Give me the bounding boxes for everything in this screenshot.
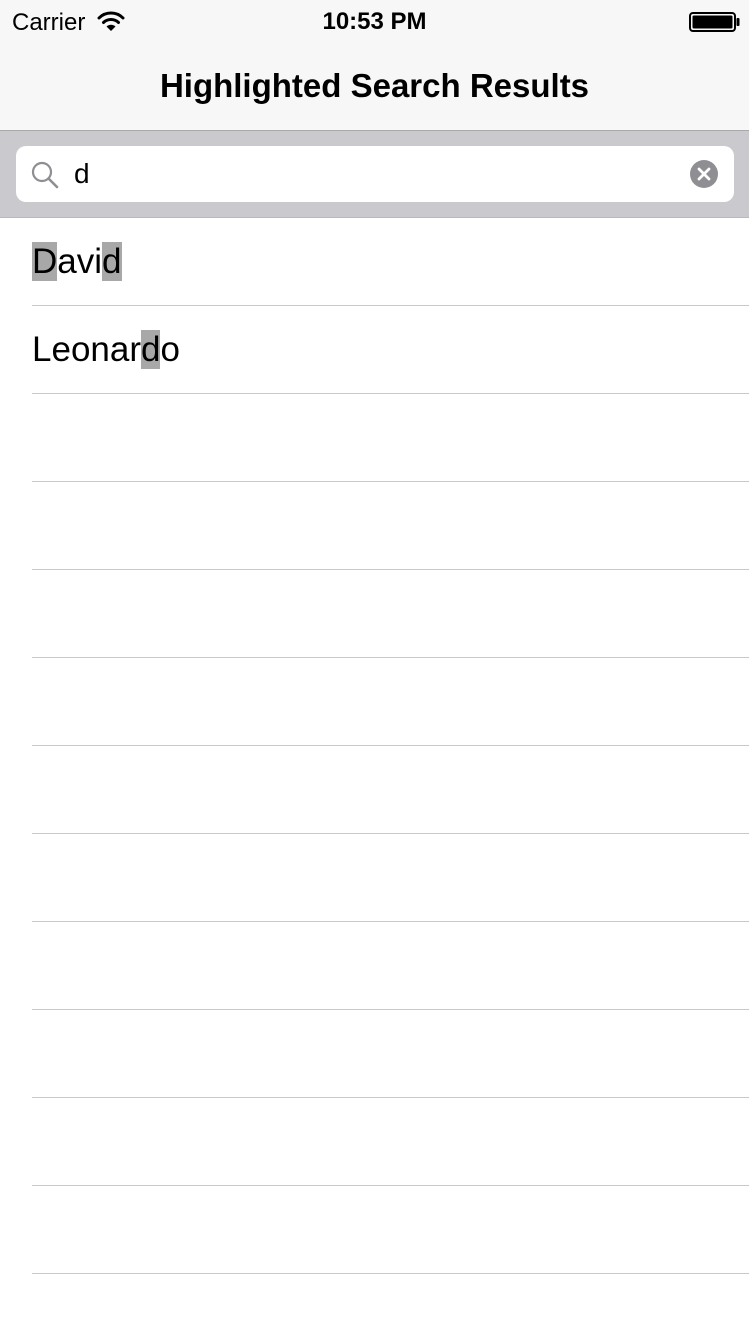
result-char: e xyxy=(51,330,71,369)
empty-row xyxy=(0,482,749,570)
result-char: n xyxy=(90,330,110,369)
results-list: David Leonardo xyxy=(0,218,749,1274)
empty-row xyxy=(0,570,749,658)
result-char: L xyxy=(32,330,52,369)
empty-row xyxy=(0,1010,749,1098)
result-char: o xyxy=(160,330,180,369)
result-name: Leonardo xyxy=(32,329,180,371)
table-row[interactable]: Leonardo xyxy=(0,306,749,394)
result-char: a xyxy=(109,330,130,369)
page-title: Highlighted Search Results xyxy=(159,67,590,104)
highlighted-match: d xyxy=(102,242,122,281)
result-char: a xyxy=(57,242,77,281)
navigation-bar: Highlighted Search Results xyxy=(0,44,749,131)
empty-row xyxy=(0,834,749,922)
empty-row xyxy=(0,658,749,746)
battery-icon xyxy=(689,12,740,32)
search-input[interactable] xyxy=(72,152,674,196)
status-bar: Carrier 10:53 PM xyxy=(0,0,749,44)
empty-row xyxy=(0,922,749,1010)
empty-row xyxy=(0,394,749,482)
result-char: o xyxy=(70,330,91,369)
search-bar xyxy=(0,131,749,218)
empty-row xyxy=(0,746,749,834)
search-icon xyxy=(31,161,59,189)
empty-row xyxy=(0,1186,749,1274)
highlighted-match: d xyxy=(141,330,161,369)
highlighted-match: D xyxy=(32,242,58,281)
clock: 10:53 PM xyxy=(322,8,427,35)
clear-circle-icon[interactable] xyxy=(689,159,719,189)
result-char: v xyxy=(76,242,95,281)
result-char: i xyxy=(94,242,103,281)
empty-row xyxy=(0,1098,749,1186)
table-row[interactable]: David xyxy=(0,218,749,306)
result-char: r xyxy=(129,330,141,369)
result-name: David xyxy=(32,241,122,283)
search-field[interactable] xyxy=(16,146,734,202)
